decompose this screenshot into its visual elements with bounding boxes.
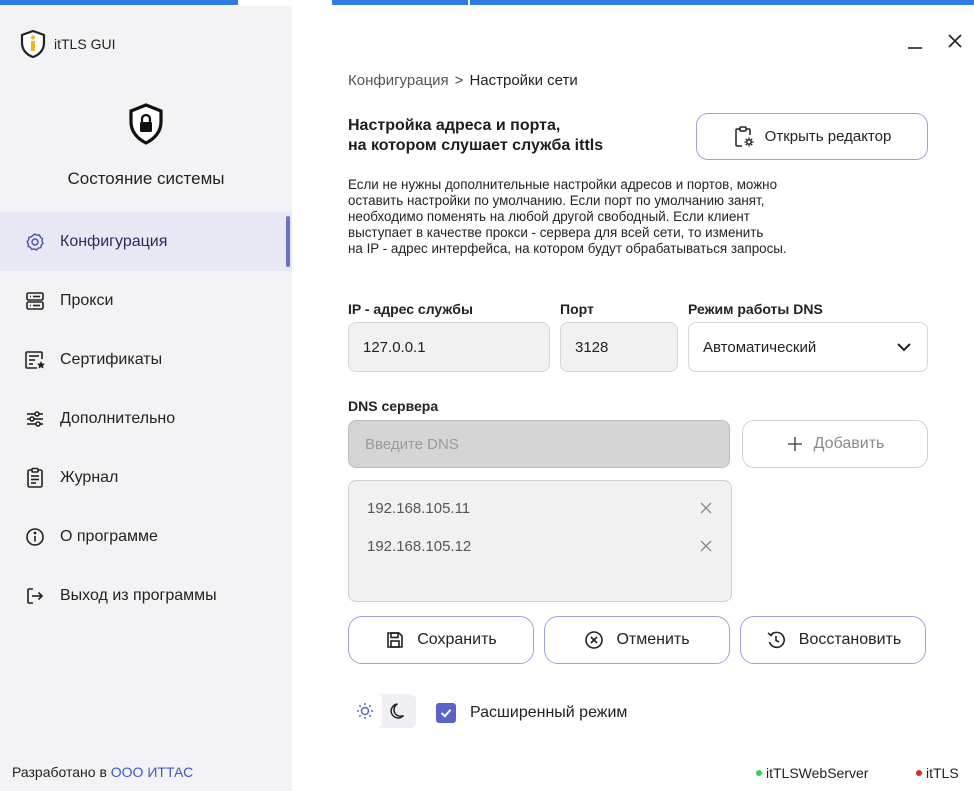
- developer-footer: Разработано в ООО ИТТАС: [12, 764, 193, 780]
- description-line: Если не нужны дополнительные настройки а…: [348, 177, 778, 192]
- app-title: itTLS GUI: [20, 30, 115, 58]
- dns-mode-value: Автоматический: [703, 338, 817, 356]
- breadcrumb-separator: >: [454, 72, 464, 89]
- close-icon: [700, 502, 712, 514]
- window-controls: [904, 30, 966, 52]
- clipboard-icon: [24, 467, 46, 489]
- app-logo-icon: [20, 30, 46, 58]
- status-webserver: itTLSWebServer: [756, 765, 868, 781]
- section-title: Настройка адреса и порта, на котором слу…: [348, 116, 678, 156]
- sidebar-item-about[interactable]: О программе: [0, 507, 292, 566]
- shield-lock-icon: [128, 103, 164, 150]
- section-title-line2: на котором слушает служба ittls: [348, 137, 604, 154]
- theme-toggle[interactable]: [348, 694, 416, 728]
- logout-icon: [24, 585, 46, 607]
- list-item: 192.168.105.11: [349, 489, 731, 527]
- cancel-label: Отменить: [616, 631, 690, 648]
- add-dns-label: Добавить: [813, 435, 885, 452]
- breadcrumb-root[interactable]: Конфигурация: [348, 72, 449, 89]
- restore-button[interactable]: Восстановить: [740, 616, 926, 664]
- check-icon: [440, 709, 452, 718]
- cancel-circle-icon: [585, 631, 604, 649]
- open-editor-button[interactable]: Открыть редактор: [696, 113, 928, 160]
- close-icon: [948, 34, 962, 48]
- sidebar-item-label: Сертификаты: [60, 350, 163, 368]
- remove-dns-button[interactable]: [699, 501, 713, 515]
- save-button[interactable]: Сохранить: [348, 616, 534, 664]
- breadcrumb: Конфигурация > Настройки сети: [348, 72, 578, 89]
- plus-icon: [787, 437, 802, 451]
- port-label: Порт: [560, 301, 594, 317]
- sidebar-item-additional[interactable]: Дополнительно: [0, 389, 292, 448]
- developer-prefix: Разработано в: [12, 764, 107, 780]
- sidebar-item-label: Дополнительно: [60, 409, 176, 427]
- section-title-line1: Настройка адреса и порта,: [348, 117, 561, 134]
- status-ittls: itTLS: [916, 765, 959, 781]
- minimize-icon: [908, 47, 922, 49]
- dns-server-list: 192.168.105.11 192.168.105.12: [348, 480, 732, 602]
- dns-server-address: 192.168.105.11: [367, 499, 471, 517]
- sidebar-item-configuration[interactable]: Конфигурация: [0, 212, 292, 271]
- sidebar-item-journal[interactable]: Журнал: [0, 448, 292, 507]
- section-description: Если не нужны дополнительные настройки а…: [348, 177, 928, 257]
- description-line: на IP - адрес интерфейса, на котором буд…: [348, 241, 787, 256]
- status-ittls-label: itTLS: [926, 765, 959, 781]
- sidebar: itTLS GUI Состояние системы Конфигурация: [0, 6, 292, 791]
- save-label: Сохранить: [417, 631, 497, 648]
- status-dot-red: [916, 770, 922, 776]
- sidebar-item-label: Конфигурация: [60, 232, 168, 250]
- add-dns-button[interactable]: Добавить: [742, 420, 928, 468]
- restore-icon: [767, 631, 785, 649]
- port-field[interactable]: 3128: [560, 322, 678, 372]
- sidebar-item-label: Выход из программы: [60, 586, 217, 604]
- light-theme-button[interactable]: [348, 694, 382, 728]
- advanced-mode: Расширенный режим: [436, 703, 627, 723]
- developer-org-link[interactable]: ООО ИТТАС: [111, 764, 193, 780]
- chevron-down-icon: [897, 343, 911, 352]
- breadcrumb-current: Настройки сети: [469, 72, 578, 89]
- dns-mode-label: Режим работы DNS: [688, 301, 823, 317]
- system-state-label: Состояние системы: [67, 169, 225, 188]
- remove-dns-button[interactable]: [699, 539, 713, 553]
- dark-theme-button[interactable]: [382, 694, 416, 728]
- cancel-button[interactable]: Отменить: [544, 616, 730, 664]
- open-editor-label: Открыть редактор: [764, 128, 892, 145]
- list-item: 192.168.105.12: [349, 527, 731, 565]
- ip-label: IP - адрес службы: [348, 301, 473, 317]
- description-line: необходимо поменять на любой другой своб…: [348, 209, 750, 224]
- moon-icon: [390, 703, 405, 719]
- server-icon: [24, 290, 46, 312]
- dns-servers-label: DNS сервера: [348, 398, 439, 414]
- sidebar-item-label: Прокси: [60, 291, 114, 309]
- sidebar-item-label: О программе: [60, 527, 158, 545]
- gear-icon: [24, 231, 46, 253]
- restore-label: Восстановить: [798, 631, 902, 648]
- sliders-icon: [24, 408, 46, 430]
- app-title-text: itTLS GUI: [54, 36, 116, 52]
- close-icon: [700, 540, 712, 552]
- certificate-icon: [24, 349, 46, 371]
- save-icon: [387, 632, 404, 648]
- sidebar-item-label: Журнал: [60, 468, 119, 486]
- advanced-mode-checkbox[interactable]: [436, 703, 456, 723]
- sidebar-item-certificates[interactable]: Сертификаты: [0, 330, 292, 389]
- ip-field[interactable]: 127.0.0.1: [348, 322, 550, 372]
- info-icon: [24, 526, 46, 548]
- close-button[interactable]: [944, 30, 966, 52]
- clipboard-settings-icon: [734, 125, 754, 147]
- action-buttons: Сохранить Отменить Восстановить: [348, 616, 926, 664]
- dns-mode-select[interactable]: Автоматический: [688, 322, 928, 372]
- sun-icon: [357, 703, 373, 719]
- sidebar-nav: Конфигурация Прокси Сертификаты Дополнит…: [0, 212, 292, 625]
- dns-input[interactable]: [348, 420, 730, 468]
- description-line: оставить настройки по умолчанию. Если по…: [348, 193, 765, 208]
- advanced-mode-label: Расширенный режим: [470, 704, 628, 721]
- sidebar-item-exit[interactable]: Выход из программы: [0, 566, 292, 625]
- description-line: выступает в качестве прокси - сервера дл…: [348, 225, 764, 240]
- status-dot-green: [756, 770, 762, 776]
- dns-server-address: 192.168.105.12: [367, 537, 472, 555]
- minimize-button[interactable]: [904, 30, 926, 52]
- status-webserver-label: itTLSWebServer: [766, 765, 869, 781]
- sidebar-item-proxy[interactable]: Прокси: [0, 271, 292, 330]
